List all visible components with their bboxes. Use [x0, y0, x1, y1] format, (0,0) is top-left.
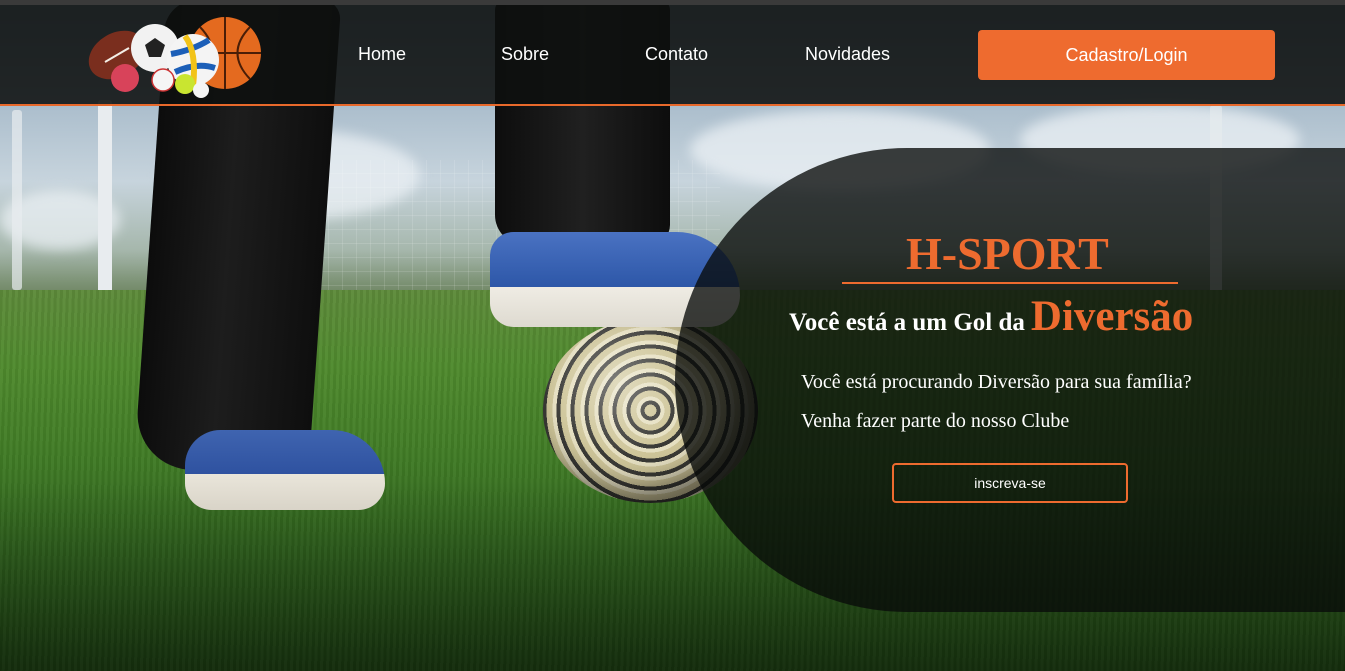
inscreva-se-button[interactable]: inscreva-se	[892, 463, 1128, 503]
site-header: Home Sobre Contato Novidades Cadastro/Lo…	[0, 5, 1345, 106]
cadastro-login-button[interactable]: Cadastro/Login	[978, 30, 1275, 80]
hero-line-2: Venha fazer parte do nosso Clube	[801, 410, 1070, 432]
nav-contato-link[interactable]: Contato	[645, 43, 708, 65]
nav-novidades-link[interactable]: Novidades	[805, 43, 890, 65]
sports-balls-logo-icon[interactable]	[85, 10, 265, 98]
player-left-shoe	[185, 430, 385, 510]
goal-post	[12, 110, 22, 290]
landing-page: Home Sobre Contato Novidades Cadastro/Lo…	[0, 0, 1345, 671]
tagline: Você está a um Gol da Diversão	[789, 292, 1193, 348]
hero-line-1: Você está procurando Diversão para sua f…	[801, 371, 1192, 393]
brand-underline	[842, 282, 1178, 284]
tagline-prefix: Você está a um Gol da	[789, 309, 1025, 336]
brand-title: H-SPORT	[906, 228, 1109, 279]
nav-sobre-link[interactable]: Sobre	[501, 43, 549, 65]
tagline-accent: Diversão	[1030, 293, 1194, 340]
nav-home-link[interactable]: Home	[358, 43, 406, 65]
